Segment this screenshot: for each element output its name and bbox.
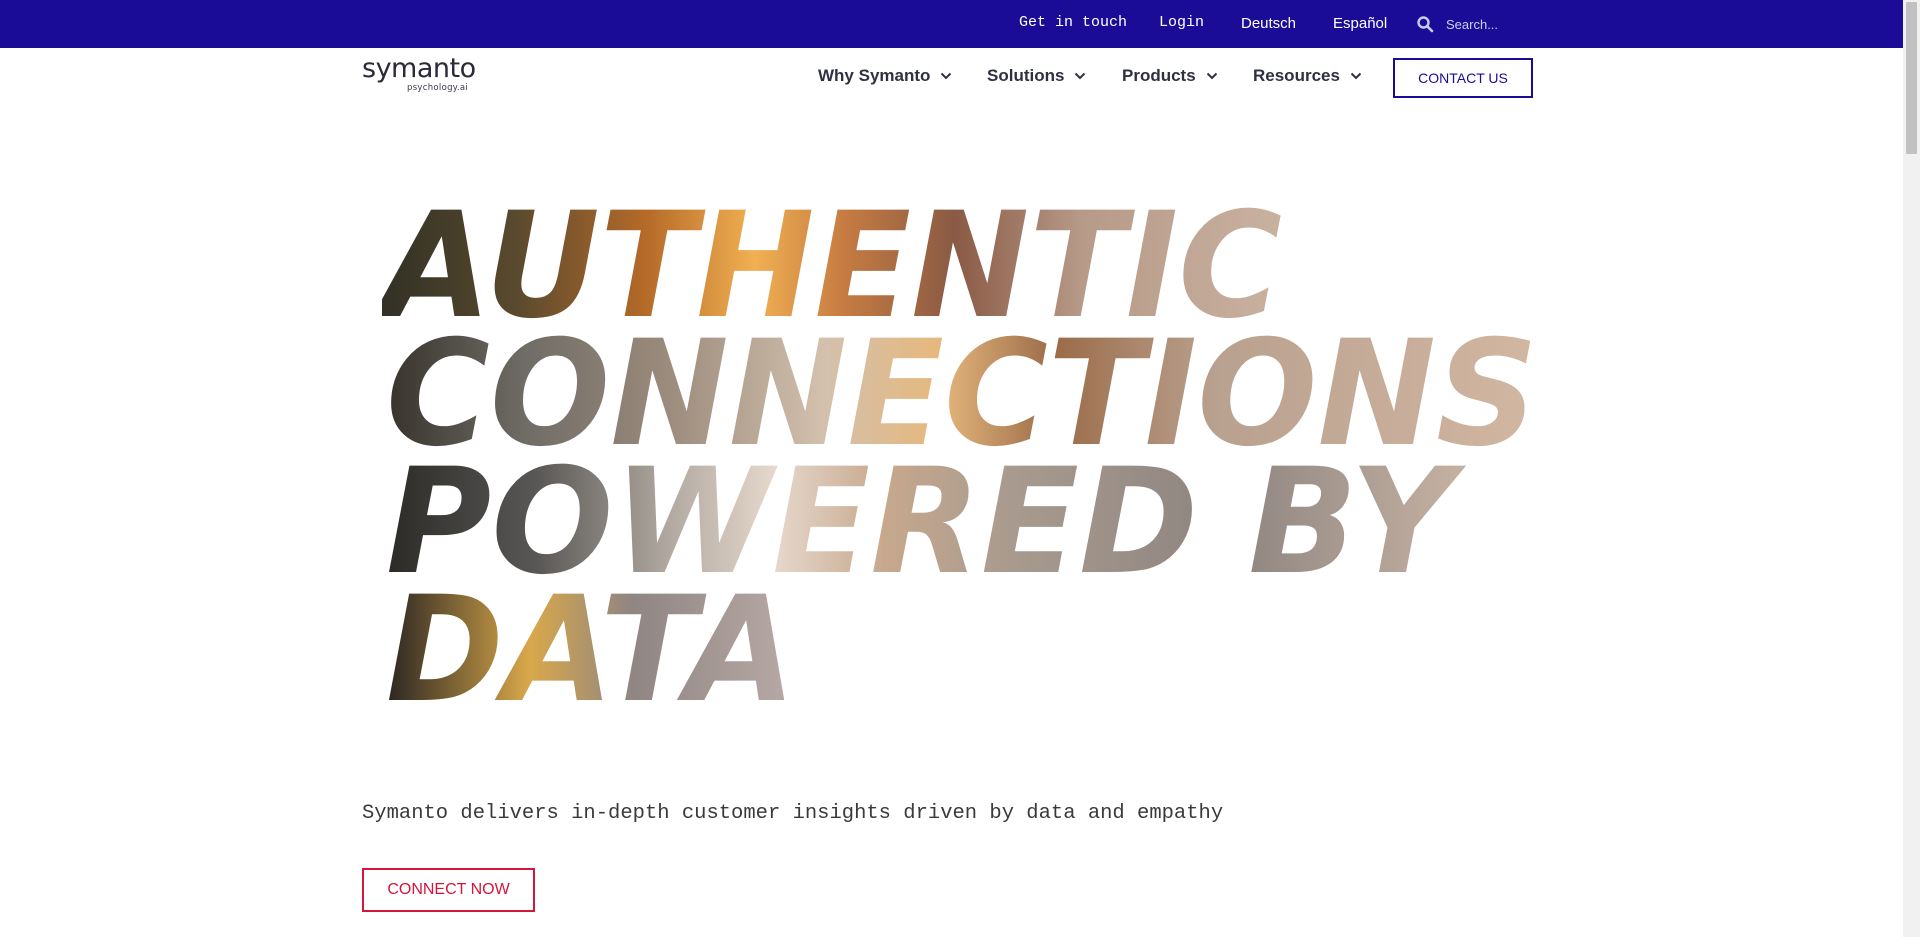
- language-espanol-link[interactable]: Español: [1333, 15, 1387, 32]
- search-input[interactable]: [1446, 13, 1536, 35]
- nav-label: Products: [1122, 66, 1196, 85]
- nav-solutions[interactable]: Solutions: [987, 66, 1086, 86]
- page-scrollbar[interactable]: [1903, 0, 1920, 937]
- nav-products[interactable]: Products: [1122, 66, 1218, 86]
- hero-line-4: DATA: [386, 565, 796, 710]
- hero-image-headline: AUTHENTIC CONNECTIONS POWERED BY DATA: [382, 190, 1538, 710]
- nav-label: Solutions: [987, 66, 1065, 85]
- search-icon[interactable]: [1416, 15, 1434, 33]
- top-utility-bar: Get in touch Login Deutsch Español: [0, 0, 1903, 48]
- scrollbar-thumb[interactable]: [1906, 2, 1917, 154]
- nav-label: Resources: [1253, 66, 1340, 85]
- logo-wordmark: symanto: [362, 53, 476, 84]
- login-link[interactable]: Login: [1159, 14, 1204, 31]
- connect-now-button[interactable]: CONNECT NOW: [362, 868, 535, 912]
- main-header: symanto psychology.ai Why Symanto Soluti…: [0, 48, 1903, 110]
- chevron-down-icon: [1206, 72, 1217, 80]
- nav-resources[interactable]: Resources: [1253, 66, 1362, 86]
- get-in-touch-link[interactable]: Get in touch: [1019, 14, 1127, 31]
- chevron-down-icon: [1075, 72, 1086, 80]
- search-box: [1416, 12, 1536, 36]
- hero-section: AUTHENTIC CONNECTIONS POWERED BY DATA: [382, 190, 1542, 710]
- contact-us-button[interactable]: CONTACT US: [1393, 58, 1533, 98]
- symanto-logo[interactable]: symanto psychology.ai: [362, 54, 476, 94]
- hero-tagline: Symanto delivers in-depth customer insig…: [362, 802, 1224, 825]
- language-deutsch-link[interactable]: Deutsch: [1241, 15, 1296, 32]
- logo-subtitle: psychology.ai: [407, 83, 469, 93]
- chevron-down-icon: [1350, 72, 1362, 80]
- chevron-down-icon: [941, 72, 952, 80]
- nav-label: Why Symanto: [818, 66, 931, 85]
- nav-why-symanto[interactable]: Why Symanto: [818, 66, 952, 86]
